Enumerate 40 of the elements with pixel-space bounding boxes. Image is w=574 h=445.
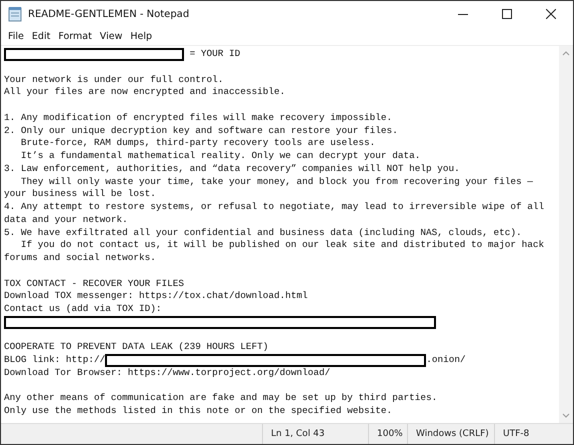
scrollbar[interactable] bbox=[559, 46, 573, 423]
text-line: your business will be lost. bbox=[4, 188, 156, 201]
text-line: BLOG link: http:// bbox=[4, 354, 106, 367]
text-line: They will only waste your time, take your money, and block you from recovering your files — bbox=[20, 176, 533, 188]
text-line: 5. We have exfiltrated all your confidential and business data (including NAS, clouds, etc). bbox=[4, 226, 522, 240]
text-line: Brute-force, RAM dumps, third-party recovery tools are useless. bbox=[20, 137, 376, 150]
text-line: Any other means of communication are fake and may be set up by third parties. bbox=[4, 392, 438, 405]
text-line: = YOUR ID bbox=[188, 48, 240, 61]
menu-item[interactable]: Format bbox=[54, 30, 96, 42]
menu-item[interactable]: Help bbox=[126, 30, 156, 42]
menu-item[interactable]: File bbox=[4, 30, 28, 42]
text-line: 2. Only our unique decryption key and software can restore your files. bbox=[4, 124, 398, 138]
text-line: .onion/ bbox=[426, 354, 466, 367]
text-line: Only use the methods listed in this note or on the specified website. bbox=[4, 405, 392, 418]
status-field: Ln 1, Col 43 bbox=[262, 424, 368, 444]
text-line: 1. Any modification of encrypted files will make recovery impossible. bbox=[4, 112, 392, 124]
text-line: If you do not contact us, it will be published on our leak site and distributed to major hack bbox=[20, 239, 544, 252]
text-line: data and your network. bbox=[4, 214, 128, 226]
text-line: Contact us (add via TOX ID): bbox=[4, 303, 162, 316]
status-field: Windows (CRLF) bbox=[407, 424, 494, 444]
text-line: Your network is under our full control. bbox=[4, 74, 224, 86]
menu-item[interactable]: Edit bbox=[28, 30, 54, 42]
window-title: README-GENTLEMEN - Notepad bbox=[28, 8, 190, 20]
scroll-down-icon[interactable] bbox=[562, 413, 570, 419]
menu-item[interactable]: View bbox=[96, 30, 126, 42]
notepad-icon bbox=[8, 6, 22, 22]
text-line: All your files are now encrypted and inaccessible. bbox=[4, 86, 286, 99]
text-line: TOX CONTACT - RECOVER YOUR FILES bbox=[4, 278, 184, 290]
text-line: Download TOX messenger: https://tox.chat/download.html bbox=[4, 290, 308, 303]
text-line: Download Tor Browser: https://www.torproject.org/download/ bbox=[4, 366, 330, 380]
text-line: 4. Any attempt to restore systems, or refusal to negotiate, may lead to irreversible wipe of all bbox=[4, 201, 544, 214]
text-line: COOPERATE TO PREVENT DATA LEAK (239 HOURS LEFT) bbox=[4, 341, 268, 354]
status-field: UTF-8 bbox=[494, 424, 573, 444]
text-line: 3. Law enforcement, authorities, and “data recovery” companies will NOT help you. bbox=[4, 162, 460, 176]
text-line: forums and social networks. bbox=[4, 252, 156, 265]
close-icon bbox=[546, 9, 556, 19]
maximize-icon bbox=[502, 9, 512, 19]
text-line: It’s a fundamental mathematical reality. Only we can decrypt your data. bbox=[20, 150, 420, 163]
scroll-up-icon[interactable] bbox=[562, 50, 570, 56]
status-field: 100% bbox=[368, 424, 407, 444]
